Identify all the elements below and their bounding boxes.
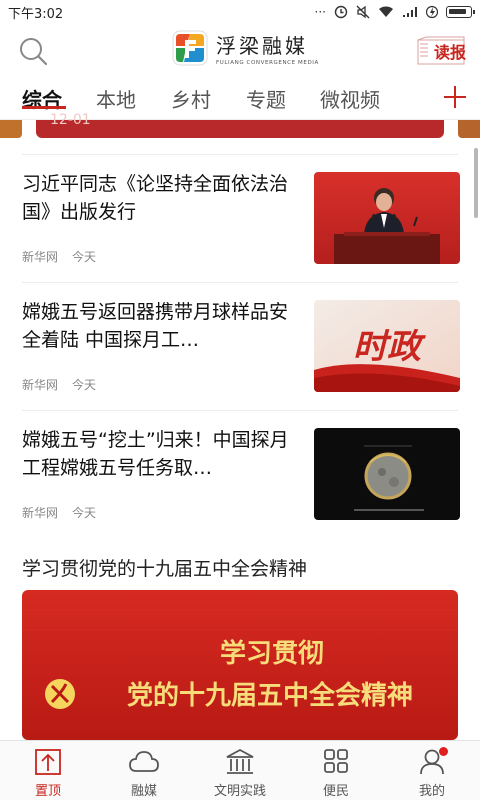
search-icon[interactable] bbox=[18, 36, 48, 66]
divider bbox=[22, 154, 458, 155]
news-meta: 新华网 今天 bbox=[22, 248, 96, 265]
tabs-fade bbox=[408, 76, 430, 116]
logo-subtitle: FULIANG CONVERGENCE MEDIA bbox=[216, 60, 319, 66]
news-source: 新华网 bbox=[22, 506, 59, 520]
tab-weishipin[interactable]: 微视频 bbox=[320, 84, 380, 113]
logo-name: 浮梁融媒 bbox=[216, 34, 308, 58]
feature-line1: 学习贯彻 bbox=[220, 638, 324, 669]
news-meta: 新华网 今天 bbox=[22, 504, 96, 521]
status-time: 下午3:02 bbox=[8, 6, 64, 22]
charging-icon bbox=[426, 5, 438, 19]
news-time: 今天 bbox=[72, 506, 97, 520]
news-thumbnail[interactable] bbox=[314, 172, 460, 264]
carousel-banner[interactable] bbox=[36, 120, 444, 138]
nav-item-services[interactable]: 便民 bbox=[288, 741, 384, 800]
mute-icon bbox=[356, 5, 370, 19]
thumb-text: 时政 bbox=[353, 327, 426, 367]
carousel-prev-slide[interactable] bbox=[0, 120, 22, 138]
app-logo: 浮梁融媒 FULIANG CONVERGENCE MEDIA bbox=[172, 30, 319, 66]
news-thumbnail[interactable] bbox=[314, 428, 460, 520]
news-thumbnail[interactable]: 时政 bbox=[314, 300, 460, 392]
logo-mark-icon bbox=[172, 30, 208, 66]
divider bbox=[22, 410, 458, 411]
carousel-next-slide[interactable] bbox=[458, 120, 480, 138]
battery-icon bbox=[446, 6, 475, 18]
logo-text: 浮梁融媒 FULIANG CONVERGENCE MEDIA bbox=[216, 30, 319, 66]
news-title[interactable]: 嫦娥五号“挖土”归来！中国探月工程嫦娥五号任务取… bbox=[22, 426, 292, 482]
status-icons: ··· bbox=[314, 5, 475, 19]
cloud-icon bbox=[129, 751, 159, 772]
nav-item-civilization[interactable]: 文明实践 bbox=[192, 741, 288, 800]
read-paper-label[interactable]: 读报 bbox=[434, 39, 466, 63]
news-time: 今天 bbox=[72, 250, 97, 264]
tab-xiangcun[interactable]: 乡村 bbox=[171, 84, 211, 113]
bottom-nav: 置顶 融媒 文明实践 便民 我的 bbox=[0, 740, 480, 800]
nav-item-top[interactable]: 置顶 bbox=[0, 741, 96, 800]
news-item[interactable]: 习近平同志《论坚持全面依法治国》出版发行 新华网 今天 bbox=[0, 154, 480, 282]
nav-label: 我的 bbox=[418, 784, 445, 799]
news-source: 新华网 bbox=[22, 250, 59, 264]
signal-icon bbox=[403, 7, 417, 17]
news-source: 新华网 bbox=[22, 378, 59, 392]
tab-bendi[interactable]: 本地 bbox=[96, 84, 136, 113]
news-title[interactable]: 习近平同志《论坚持全面依法治国》出版发行 bbox=[22, 170, 292, 226]
app-header: 浮梁融媒 FULIANG CONVERGENCE MEDIA 读报 bbox=[0, 24, 480, 76]
notification-badge bbox=[439, 747, 448, 756]
top-arrow-icon bbox=[35, 749, 61, 775]
divider bbox=[22, 282, 458, 283]
section-title[interactable]: 学习贯彻党的十九届五中全会精神 bbox=[22, 554, 307, 581]
feature-line2: 党的十九届五中全会精神 bbox=[127, 680, 413, 711]
add-channel-icon[interactable] bbox=[430, 80, 480, 116]
dots-icon: ··· bbox=[314, 5, 326, 19]
wifi-icon bbox=[379, 6, 393, 17]
grid-icon bbox=[324, 749, 348, 773]
news-meta: 新华网 今天 bbox=[22, 376, 96, 393]
nav-item-profile[interactable]: 我的 bbox=[384, 741, 480, 800]
nav-label: 文明实践 bbox=[213, 784, 266, 799]
status-bar: 下午3:02 ··· bbox=[0, 0, 480, 24]
news-item[interactable]: 嫦娥五号“挖土”归来！中国探月工程嫦娥五号任务取… 新华网 今天 bbox=[0, 410, 480, 538]
banner-date: 12-01 bbox=[50, 112, 91, 128]
news-item[interactable]: 嫦娥五号返回器携带月球样品安全着陆 中国探月工… 新华网 今天 时政 bbox=[0, 282, 480, 410]
active-tab-indicator bbox=[22, 106, 66, 109]
tab-zhuanti[interactable]: 专题 bbox=[246, 84, 286, 113]
nav-label: 融媒 bbox=[130, 784, 157, 799]
building-icon bbox=[226, 748, 254, 774]
nav-item-media[interactable]: 融媒 bbox=[96, 741, 192, 800]
news-title[interactable]: 嫦娥五号返回器携带月球样品安全着陆 中国探月工… bbox=[22, 298, 292, 354]
news-time: 今天 bbox=[72, 378, 97, 392]
alarm-icon bbox=[334, 5, 348, 19]
feature-banner[interactable]: 学习贯彻 党的十九届五中全会精神 bbox=[22, 590, 458, 740]
nav-label: 置顶 bbox=[34, 784, 61, 799]
nav-label: 便民 bbox=[322, 784, 349, 799]
app-screen: 下午3:02 ··· 浮梁融媒 FULIANG CONVERGENCE MEDI… bbox=[0, 0, 480, 800]
